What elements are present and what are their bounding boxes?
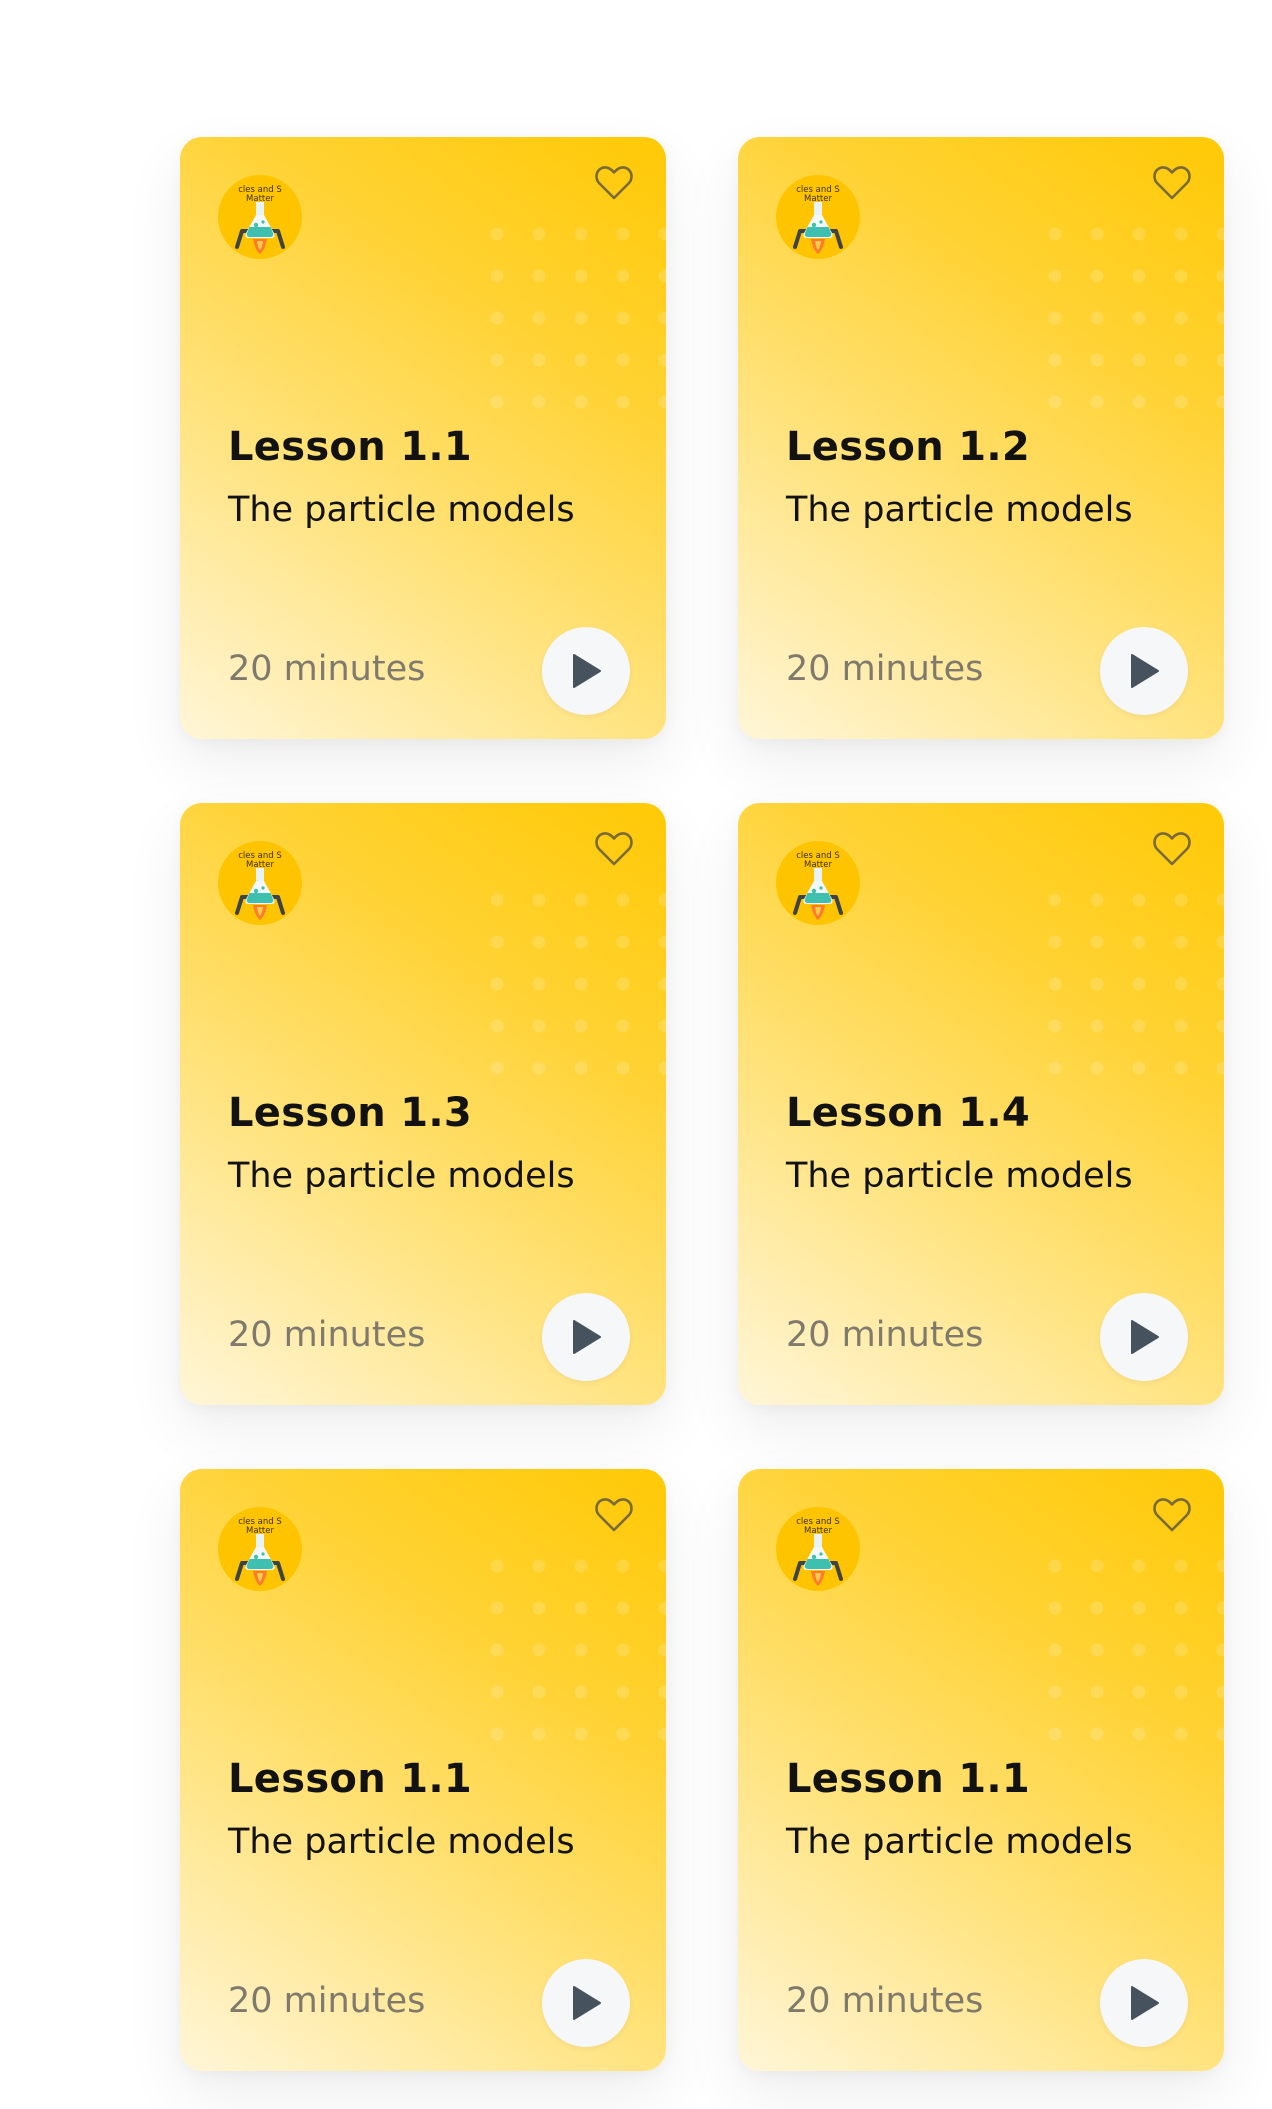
lesson-thumbnail: cles and S Matter: [218, 841, 302, 925]
play-icon: [1131, 654, 1159, 688]
play-icon: [573, 1320, 601, 1354]
lesson-thumbnail: cles and S Matter: [776, 175, 860, 259]
lesson-thumbnail: cles and S Matter: [776, 1507, 860, 1591]
lesson-duration: 20 minutes: [228, 1981, 426, 2021]
lesson-title: Lesson 1.2: [786, 424, 1030, 470]
heart-icon: [1153, 166, 1191, 200]
play-icon: [1131, 1986, 1159, 2020]
lesson-subtitle: The particle models: [786, 1156, 1133, 1196]
lesson-thumbnail: cles and S Matter: [776, 841, 860, 925]
lesson-duration: 20 minutes: [786, 1315, 984, 1355]
lesson-duration: 20 minutes: [228, 1315, 426, 1355]
play-icon: [1131, 1320, 1159, 1354]
heart-icon: [1153, 1498, 1191, 1532]
flask-icon: cles and S Matter: [793, 1517, 843, 1586]
play-button[interactable]: [1100, 1293, 1188, 1381]
play-button[interactable]: [542, 627, 630, 715]
heart-icon: [595, 832, 633, 866]
lesson-thumbnail: cles and S Matter: [218, 175, 302, 259]
lesson-duration: 20 minutes: [786, 649, 984, 689]
lesson-duration: 20 minutes: [228, 649, 426, 689]
play-icon: [573, 1986, 601, 2020]
lesson-title: Lesson 1.1: [786, 1756, 1030, 1802]
play-button[interactable]: [542, 1293, 630, 1381]
dot-pattern: [476, 213, 666, 433]
flask-icon: cles and S Matter: [793, 185, 843, 254]
play-button[interactable]: [542, 1959, 630, 2047]
lesson-card[interactable]: cles and S Matter Lesson 1.1 The particl…: [738, 1469, 1224, 2071]
lesson-title: Lesson 1.1: [228, 424, 472, 470]
lesson-subtitle: The particle models: [786, 1822, 1133, 1862]
heart-icon: [1153, 832, 1191, 866]
heart-icon: [595, 1498, 633, 1532]
play-button[interactable]: [1100, 1959, 1188, 2047]
play-button[interactable]: [1100, 627, 1188, 715]
favorite-button[interactable]: [1148, 825, 1196, 873]
flask-icon: cles and S Matter: [793, 851, 843, 920]
favorite-button[interactable]: [590, 1491, 638, 1539]
lesson-card[interactable]: cles and S Matter Lesson 1.3 The particl…: [180, 803, 666, 1405]
favorite-button[interactable]: [590, 159, 638, 207]
dot-pattern: [1034, 879, 1224, 1099]
lesson-subtitle: The particle models: [228, 1156, 575, 1196]
lesson-title: Lesson 1.4: [786, 1090, 1030, 1136]
favorite-button[interactable]: [1148, 1491, 1196, 1539]
dot-pattern: [1034, 213, 1224, 433]
lesson-duration: 20 minutes: [786, 1981, 984, 2021]
lesson-subtitle: The particle models: [228, 1822, 575, 1862]
lesson-card[interactable]: cles and S Matter Lesson 1.4 The particl…: [738, 803, 1224, 1405]
lesson-title: Lesson 1.1: [228, 1756, 472, 1802]
lesson-card[interactable]: cles and S Matter Lesson 1.1 The particl…: [180, 137, 666, 739]
flask-icon: cles and S Matter: [235, 1517, 285, 1586]
flask-icon: cles and S Matter: [235, 185, 285, 254]
favorite-button[interactable]: [590, 825, 638, 873]
dot-pattern: [1034, 1545, 1224, 1765]
flask-icon: cles and S Matter: [235, 851, 285, 920]
dot-pattern: [476, 1545, 666, 1765]
dot-pattern: [476, 879, 666, 1099]
lesson-subtitle: The particle models: [786, 490, 1133, 530]
lesson-thumbnail: cles and S Matter: [218, 1507, 302, 1591]
lesson-grid: cles and S Matter Lesson 1.1 The particl…: [180, 137, 1224, 2071]
play-icon: [573, 654, 601, 688]
lesson-card[interactable]: cles and S Matter Lesson 1.2 The particl…: [738, 137, 1224, 739]
lesson-title: Lesson 1.3: [228, 1090, 472, 1136]
lesson-subtitle: The particle models: [228, 490, 575, 530]
favorite-button[interactable]: [1148, 159, 1196, 207]
heart-icon: [595, 166, 633, 200]
lesson-card[interactable]: cles and S Matter Lesson 1.1 The particl…: [180, 1469, 666, 2071]
